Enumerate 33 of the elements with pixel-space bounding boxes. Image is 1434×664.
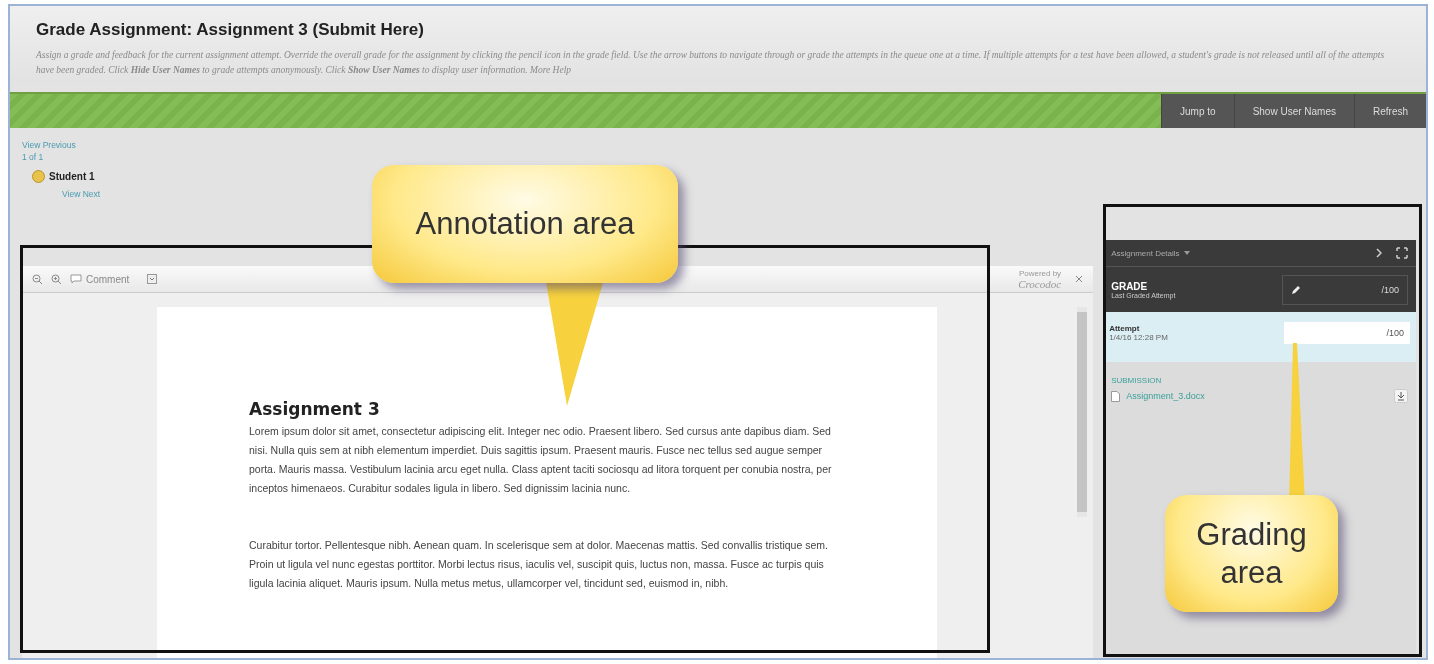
instructions-text: Assign a grade and feedback for the current assignment attempt. Override the overall grade for the assignment by clicking the pencil icon in the grade field. Use the arrow buttons to navigate through or grade the attempts in the queue one at a time. If multiple attempts for a test have been allowed, a student's grade is not released until all of the attempts have been graded. Click Hide User Names to grade attempts anonymously. Click Show User Names to display user information. More Help — [36, 49, 1386, 77]
student-count: 1 of 1 — [22, 152, 45, 162]
attempt-grade-field[interactable]: /100 — [1284, 322, 1410, 344]
page-title: Grade Assignment: Assignment 3 (Submit Here) — [36, 20, 425, 40]
attempt-label: Attempt — [1109, 324, 1141, 333]
grade-field[interactable]: /100 — [1282, 274, 1408, 305]
pencil-icon[interactable] — [1291, 284, 1301, 295]
powered-by-text: Powered by — [1018, 268, 1062, 278]
student-icon — [32, 170, 45, 183]
viewer-logo: Crocodoc — [1018, 277, 1062, 290]
comment-button[interactable]: Comment — [70, 273, 130, 285]
checkbox-icon[interactable] — [147, 274, 158, 284]
download-icon[interactable] — [1394, 389, 1408, 403]
document-heading: Assignment 3 — [249, 399, 381, 419]
zoom-out-icon[interactable] — [32, 273, 43, 285]
document-paragraph: Lorem ipsum dolor sit amet, consectetur adipiscing elit. Integer nec odio. Praesent libero. Sed cursus ante dapibus diam. Sed nisi. Nulla quis sem at nibh elementum imperdiet. Duis sagittis ipsum. Praesent mauris. Fusce nec tellus sed augue semper porta. Mauris massa. Vestibulum lacinia arcu eget nulla. Class aptent taciti sociosqu ad litora torquent per conubia nostra, per inceptos himenaeos. Curabitur sodales ligula in libero. Sed dignissim lacinia nunc. — [249, 424, 833, 496]
submission-heading: SUBMISSION — [1111, 376, 1163, 385]
zoom-in-icon[interactable] — [51, 273, 62, 285]
callout: Grading area — [1165, 495, 1338, 612]
expand-icon[interactable] — [1396, 247, 1408, 259]
student-name: Student 1 — [49, 171, 95, 182]
file-icon — [1111, 390, 1121, 402]
speech-bubble-icon — [70, 274, 82, 284]
scrollbar[interactable] — [1077, 307, 1087, 517]
callout: Annotation area — [372, 165, 678, 283]
details-menu[interactable]: Assignment Details — [1111, 248, 1180, 258]
grade-label: GRADE — [1111, 280, 1149, 292]
help-link[interactable]: More Help — [530, 65, 572, 75]
document-paragraph: Curabitur tortor. Pellentesque nibh. Aenean quam. In scelerisque sem at dolor. Maecenas mattis. Sed convallis tristique sem. Proin ut ligula vel nunc egestas porttitor. Morbi lectus risus, iaculis vel, suscipit quis, luctus non, massa. Fusce ac turpis quis ligula lacinia aliquet. Mauris ipsum. Nulla metus metus, ullamcorper vel, tincidunt sed, euismod in, nibh. — [249, 538, 829, 591]
close-icon[interactable] — [1075, 275, 1084, 283]
attempt-date: 1/4/16 12:28 PM — [1109, 333, 1169, 342]
chevron-icon[interactable] — [1376, 248, 1382, 258]
caret-icon — [1183, 251, 1190, 255]
